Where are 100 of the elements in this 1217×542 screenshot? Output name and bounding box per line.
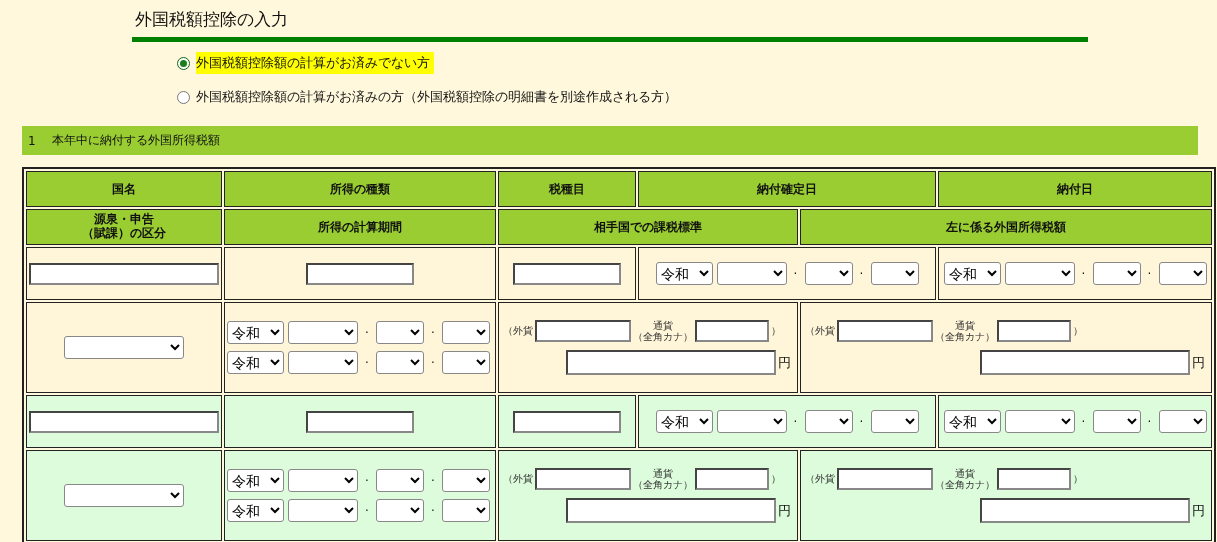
month-select[interactable] [1092, 262, 1141, 285]
day-select[interactable] [1158, 410, 1207, 433]
yen-amount-input[interactable] [980, 498, 1190, 523]
date-separator: · [430, 503, 436, 518]
currency-name-input[interactable] [695, 320, 769, 342]
year-select[interactable] [1004, 410, 1075, 433]
foreign-amount-input[interactable] [837, 468, 933, 490]
yen-amount-input[interactable] [566, 498, 776, 523]
column-header: （賦課）の区分 [81, 227, 167, 241]
foreign-currency-label: （外貨 [503, 472, 533, 486]
day-select[interactable] [442, 469, 490, 492]
era-select[interactable]: 令和 [655, 262, 713, 285]
date-separator: · [1080, 266, 1087, 281]
date-separator: · [858, 266, 865, 281]
radio-button[interactable] [177, 56, 190, 70]
country-input[interactable] [29, 262, 219, 285]
foreign-currency-label: （外貨 [805, 472, 835, 486]
option-label: 外国税額控除額の計算がお済みでない方 [196, 52, 434, 74]
currency-label: 通貨 [653, 320, 673, 331]
era-select[interactable]: 令和 [655, 410, 713, 433]
currency-name-input[interactable] [997, 468, 1071, 490]
era-select[interactable]: 令和 [943, 410, 1001, 433]
currency-name-input[interactable] [997, 320, 1071, 342]
closing-paren: ） [771, 472, 781, 486]
day-select[interactable] [442, 499, 490, 522]
foreign-currency-label: （外貨 [503, 324, 533, 338]
section-title: 本年中に納付する外国所得税額 [51, 132, 220, 149]
day-select[interactable] [1158, 262, 1207, 285]
year-select[interactable] [288, 321, 358, 344]
section-number: 1 [28, 133, 36, 148]
day-select[interactable] [870, 262, 919, 285]
currency-label: 通貨 [955, 468, 975, 479]
kana-note: （全角カナ） [935, 331, 995, 342]
column-header: 所得の計算期間 [224, 209, 496, 245]
date-separator: · [1146, 414, 1153, 429]
month-select[interactable] [804, 410, 853, 433]
month-select[interactable] [376, 321, 424, 344]
month-select[interactable] [804, 262, 853, 285]
date-separator: · [858, 414, 865, 429]
year-select[interactable] [716, 410, 787, 433]
year-select[interactable] [716, 262, 787, 285]
date-separator: · [364, 355, 370, 370]
date-separator: · [1080, 414, 1087, 429]
yen-label: 円 [1192, 353, 1205, 372]
date-separator: · [792, 266, 799, 281]
column-header: 相手国での課税標準 [498, 209, 798, 245]
year-select[interactable] [288, 469, 358, 492]
column-header: 納付日 [938, 171, 1212, 207]
year-select[interactable] [288, 499, 358, 522]
kana-note: （全角カナ） [633, 331, 693, 342]
era-select[interactable]: 令和 [227, 321, 284, 344]
foreign-amount-input[interactable] [837, 320, 933, 342]
yen-amount-input[interactable] [566, 350, 776, 375]
month-select[interactable] [376, 469, 424, 492]
currency-name-input[interactable] [695, 468, 769, 490]
column-header: 左に係る外国所得税額 [800, 209, 1212, 245]
era-select[interactable]: 令和 [943, 262, 1001, 285]
column-header: 所得の種類 [224, 171, 496, 207]
foreign-amount-input[interactable] [535, 320, 631, 342]
currency-label: 通貨 [653, 468, 673, 479]
option-label: 外国税額控除額の計算がお済みの方（外国税額控除の明細書を別途作成される方） [196, 88, 678, 106]
tax-item-input[interactable] [513, 410, 621, 433]
yen-label: 円 [1192, 501, 1205, 520]
date-separator: · [364, 473, 370, 488]
day-select[interactable] [442, 321, 490, 344]
date-separator: · [364, 325, 370, 340]
closing-paren: ） [1073, 324, 1083, 338]
closing-paren: ） [771, 324, 781, 338]
column-header: 源泉・申告 [93, 213, 155, 227]
date-separator: · [1146, 266, 1153, 281]
day-select[interactable] [870, 410, 919, 433]
kana-note: （全角カナ） [935, 479, 995, 490]
currency-label: 通貨 [955, 320, 975, 331]
country-input[interactable] [29, 410, 219, 433]
day-select[interactable] [442, 351, 490, 374]
era-select[interactable]: 令和 [227, 351, 284, 374]
year-select[interactable] [288, 351, 358, 374]
tax-item-input[interactable] [513, 262, 621, 285]
era-select[interactable]: 令和 [227, 499, 284, 522]
month-select[interactable] [376, 499, 424, 522]
column-header: 納付確定日 [638, 171, 936, 207]
month-select[interactable] [376, 351, 424, 374]
year-select[interactable] [1004, 262, 1075, 285]
date-separator: · [364, 503, 370, 518]
yen-amount-input[interactable] [980, 350, 1190, 375]
closing-paren: ） [1073, 472, 1083, 486]
withholding-type-select[interactable] [64, 484, 184, 507]
radio-button[interactable] [177, 90, 190, 104]
date-separator: · [430, 325, 436, 340]
kana-note: （全角カナ） [633, 479, 693, 490]
income-type-input[interactable] [306, 410, 414, 433]
date-separator: · [430, 355, 436, 370]
era-select[interactable]: 令和 [227, 469, 284, 492]
foreign-currency-label: （外貨 [805, 324, 835, 338]
foreign-amount-input[interactable] [535, 468, 631, 490]
withholding-type-select[interactable] [64, 336, 184, 359]
month-select[interactable] [1092, 410, 1141, 433]
column-header: 税種目 [498, 171, 636, 207]
income-type-input[interactable] [306, 262, 414, 285]
page-title: 外国税額控除の入力 [134, 8, 289, 31]
